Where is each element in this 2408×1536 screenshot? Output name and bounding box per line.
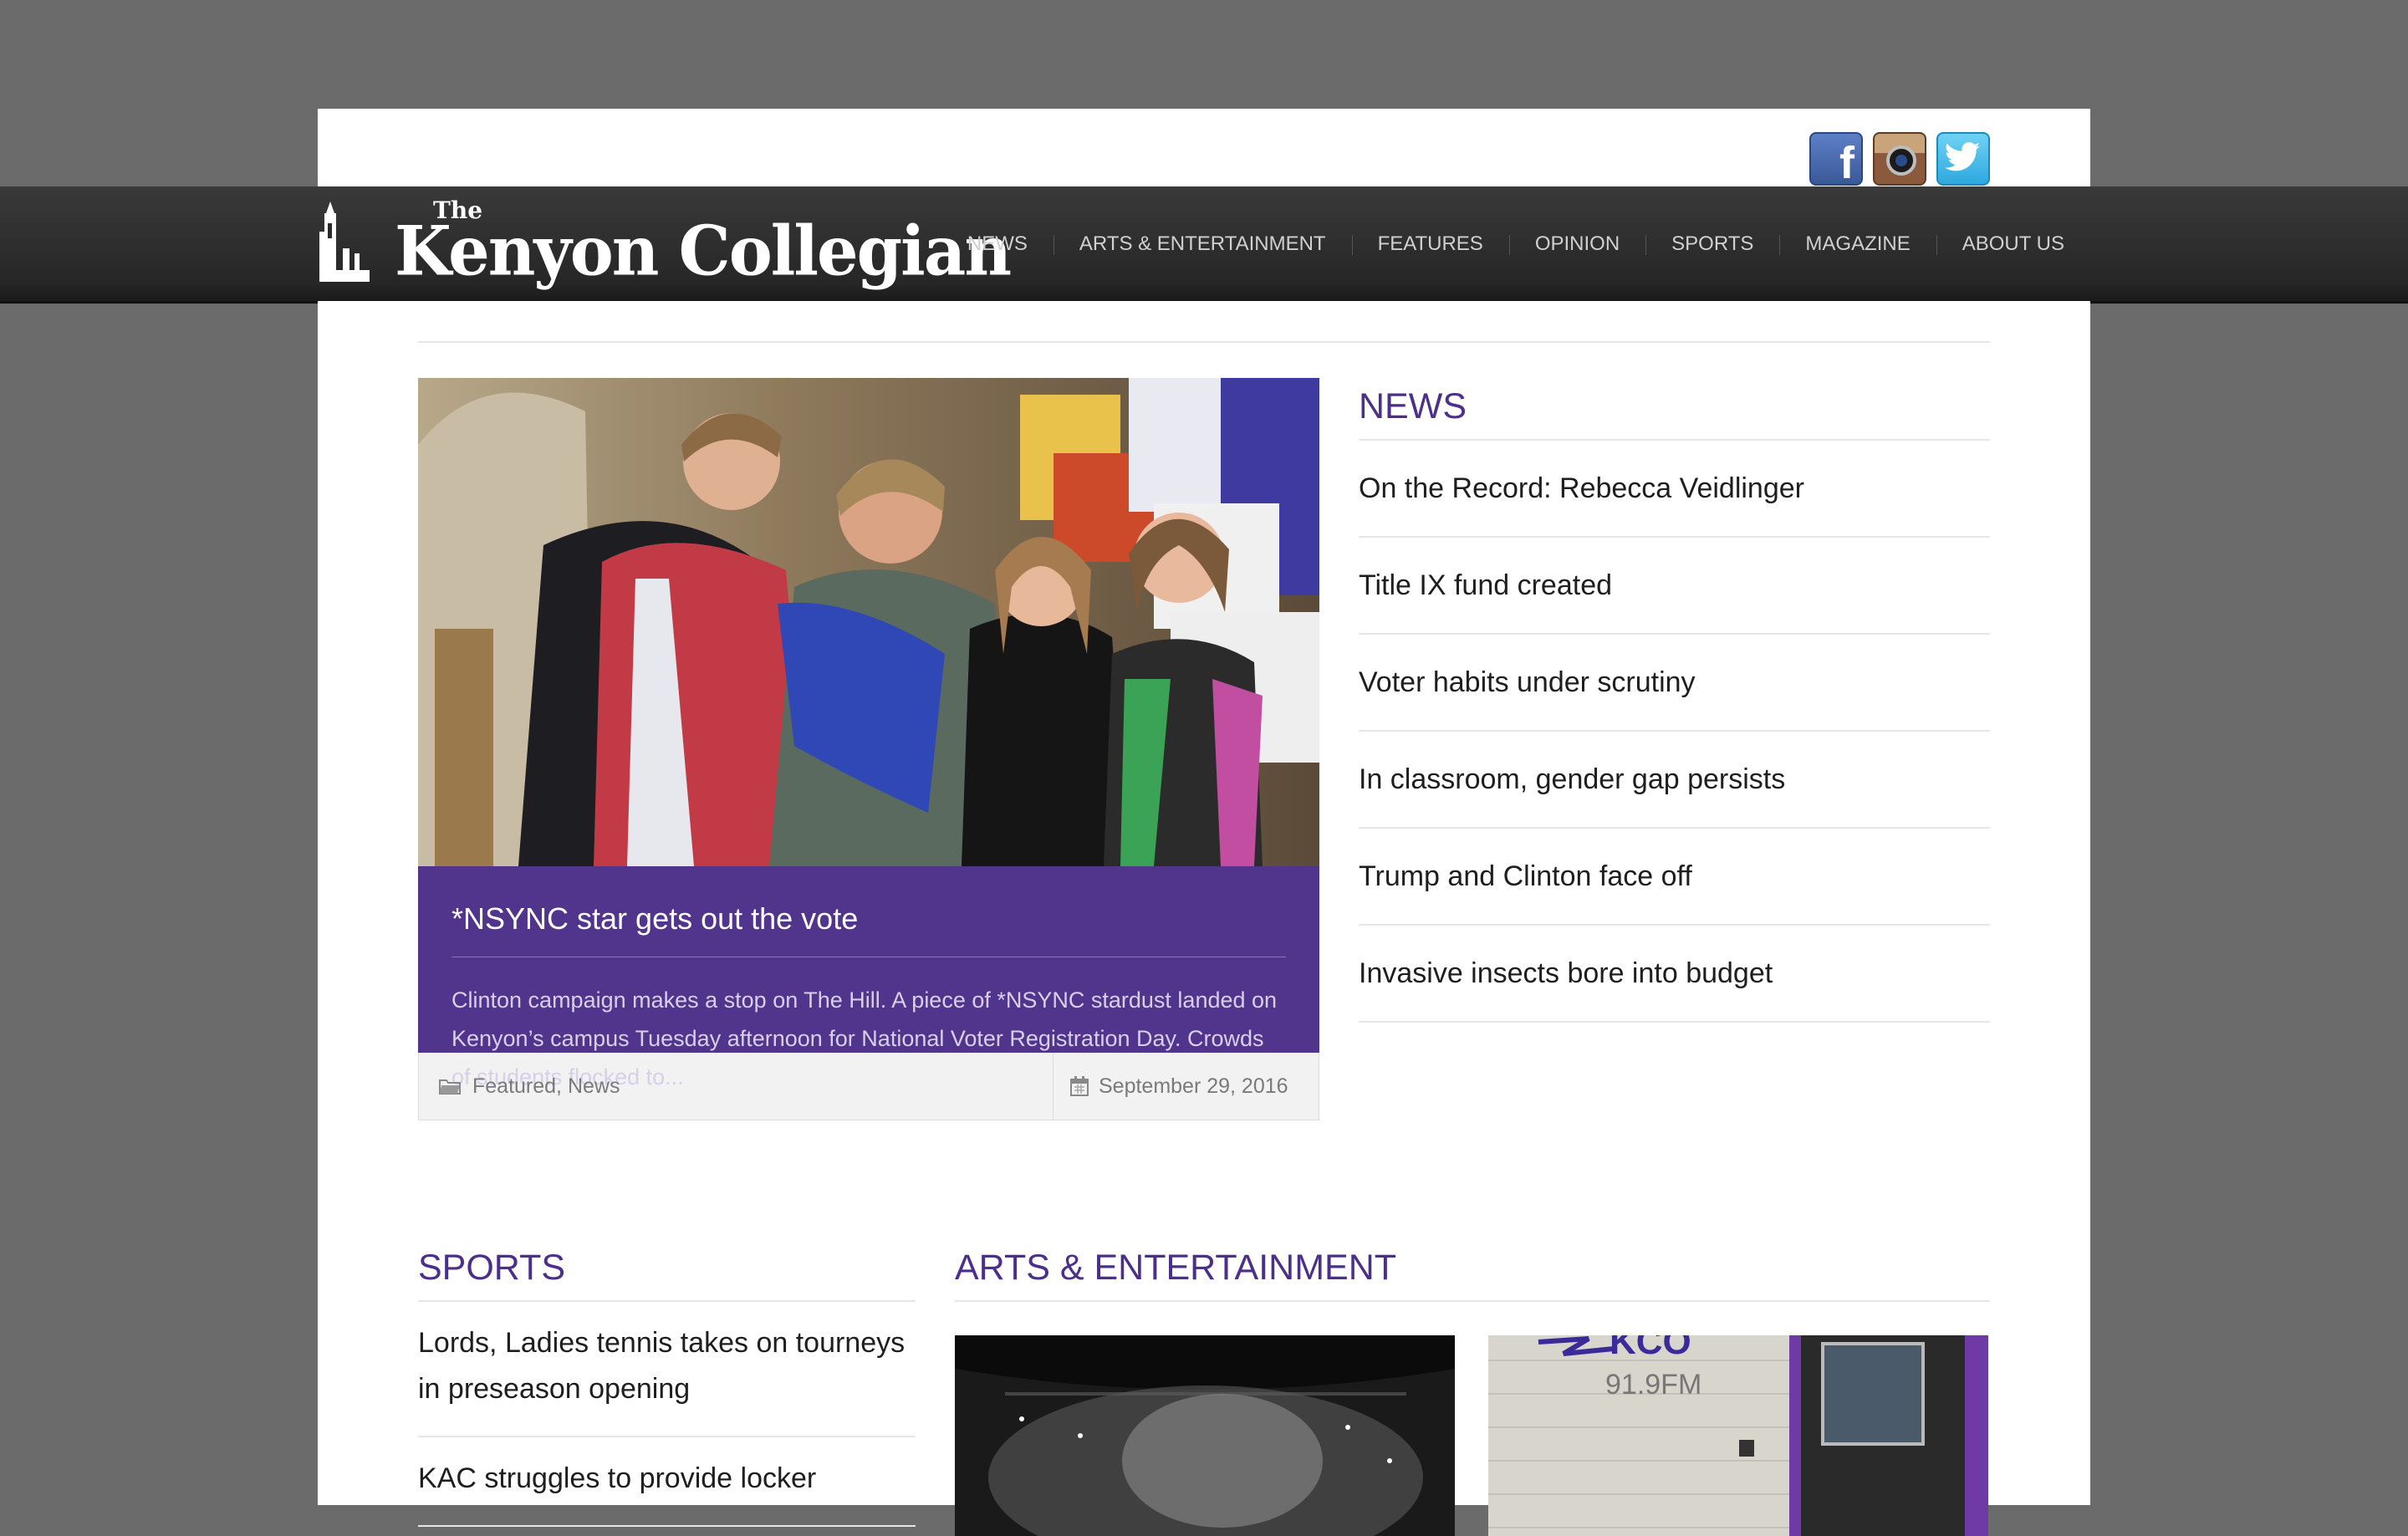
radio-sign-sub: 91.9FM: [1605, 1369, 1701, 1401]
logo-emblem-icon: [319, 201, 370, 282]
sports-story[interactable]: Lords, Ladies tennis takes on tourneys i…: [418, 1302, 916, 1437]
featured-caption: *NSYNC star gets out the vote Clinton ca…: [418, 866, 1319, 1089]
news-section: NEWS On the Record: Rebecca Veidlinger T…: [1359, 378, 1990, 1023]
main-navbar: The Kenyon Collegian NEWS ARTS & ENTERTA…: [0, 186, 2408, 304]
featured-categories: Featured, News: [419, 1053, 1053, 1120]
news-item[interactable]: Trump and Clinton face off: [1359, 829, 1990, 926]
sports-story[interactable]: KAC struggles to provide locker: [418, 1437, 916, 1527]
sports-heading[interactable]: SPORTS: [418, 1239, 916, 1302]
logo-name: Kenyon Collegian: [395, 211, 1012, 292]
instagram-icon[interactable]: [1873, 132, 1926, 186]
news-item[interactable]: In classroom, gender gap persists: [1359, 732, 1990, 829]
featured-meta: Featured, News September 29, 2016: [418, 1053, 1319, 1120]
ae-thumbnails: KCO 91.9FM: [955, 1335, 1990, 1536]
radio-sign-text: KCO: [1610, 1335, 1691, 1362]
calendar-icon: [1070, 1076, 1089, 1096]
news-item[interactable]: Invasive insects bore into budget: [1359, 926, 1990, 1023]
logo-wordmark: The Kenyon Collegian: [395, 196, 1012, 292]
facebook-icon[interactable]: f: [1809, 132, 1863, 186]
ae-thumbnail-radio[interactable]: KCO 91.9FM: [1488, 1335, 1988, 1536]
news-item[interactable]: Voter habits under scrutiny: [1359, 635, 1990, 732]
page-content: *NSYNC star gets out the vote Clinton ca…: [318, 301, 2090, 1536]
header-top-band: f: [318, 109, 2090, 186]
nav-features[interactable]: FEATURES: [1351, 186, 1509, 301]
sports-section: SPORTS Lords, Ladies tennis takes on tou…: [418, 1239, 916, 1527]
ae-heading[interactable]: ARTS & ENTERTAINMENT: [955, 1239, 1990, 1302]
folder-icon: [439, 1079, 461, 1095]
nav-magazine[interactable]: MAGAZINE: [1779, 186, 1936, 301]
news-heading[interactable]: NEWS: [1359, 378, 1990, 441]
featured-title[interactable]: *NSYNC star gets out the vote: [452, 901, 1286, 957]
news-item[interactable]: On the Record: Rebecca Veidlinger: [1359, 441, 1990, 538]
featured-date: September 29, 2016: [1053, 1053, 1319, 1120]
featured-story: *NSYNC star gets out the vote Clinton ca…: [418, 378, 1319, 1120]
nav-arts-entertainment[interactable]: ARTS & ENTERTAINMENT: [1053, 186, 1352, 301]
nav-news[interactable]: NEWS: [941, 186, 1054, 301]
news-item[interactable]: Title IX fund created: [1359, 538, 1990, 635]
featured-date-text: September 29, 2016: [1099, 1074, 1288, 1098]
nav-about-us[interactable]: ABOUT US: [1936, 186, 2090, 301]
featured-photo[interactable]: [418, 378, 1319, 866]
ae-thumbnail-concert[interactable]: [955, 1335, 1455, 1536]
arts-entertainment-section: ARTS & ENTERTAINMENT KCO 91.9FM: [955, 1239, 1990, 1536]
nav-sports[interactable]: SPORTS: [1645, 186, 1779, 301]
primary-nav: NEWS ARTS & ENTERTAINMENT FEATURES OPINI…: [941, 186, 2090, 301]
featured-categories-text[interactable]: Featured, News: [472, 1074, 620, 1099]
twitter-icon[interactable]: [1936, 132, 1990, 186]
social-links: f: [1809, 132, 1990, 186]
news-list: On the Record: Rebecca Veidlinger Title …: [1359, 441, 1990, 1023]
nav-opinion[interactable]: OPINION: [1508, 186, 1645, 301]
divider: [418, 341, 1990, 343]
site-logo[interactable]: The Kenyon Collegian: [318, 186, 1012, 301]
